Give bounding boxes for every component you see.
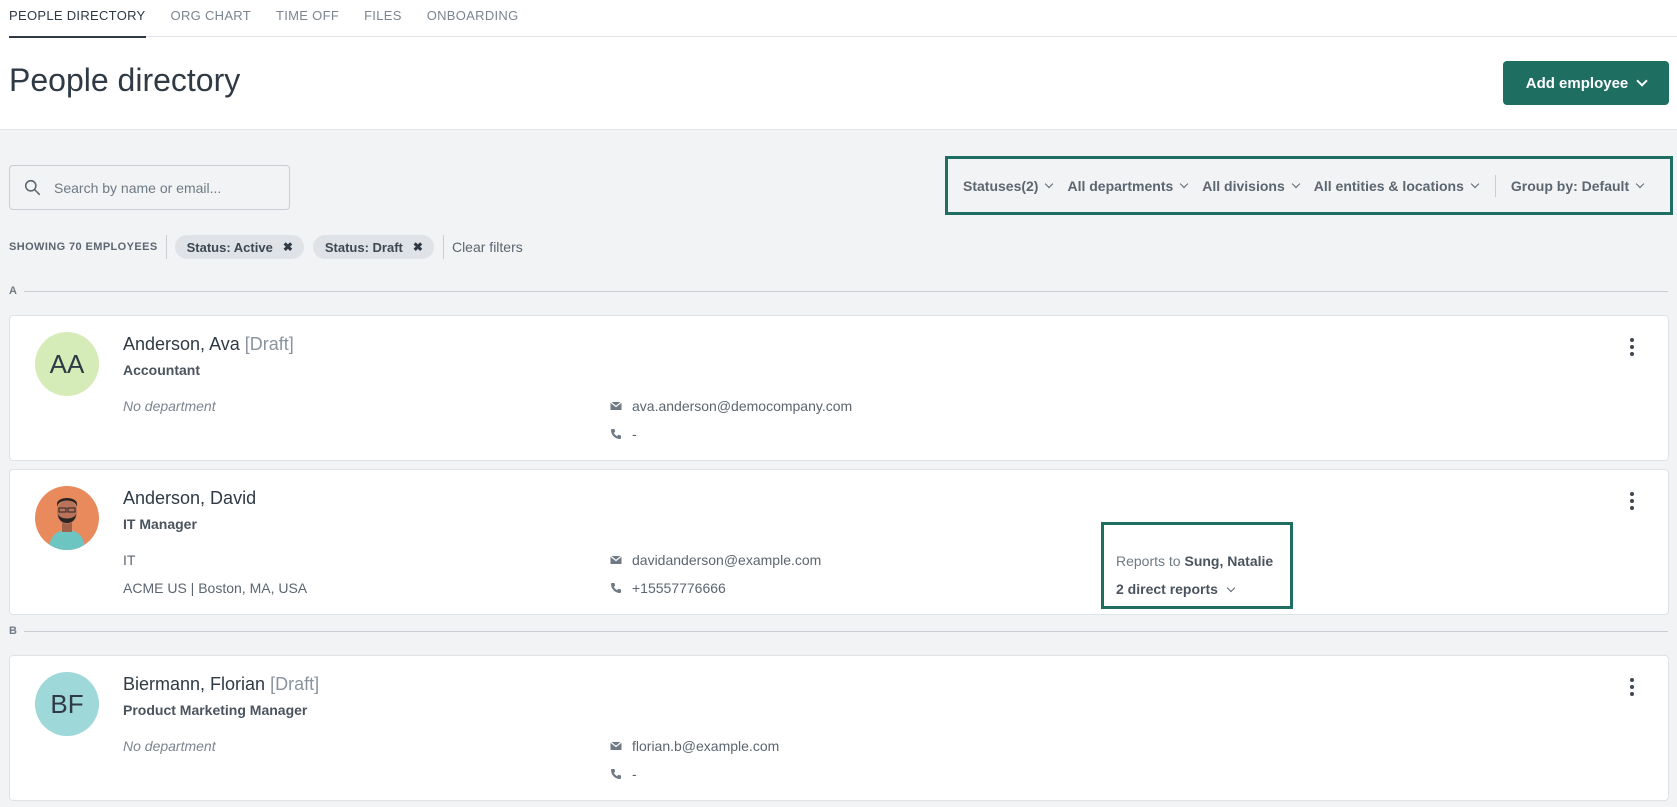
envelope-icon [610,741,622,750]
tab-time-off[interactable]: TIME OFF [276,0,339,37]
direct-reports-toggle[interactable]: 2 direct reports [1116,581,1236,597]
add-employee-label: Add employee [1525,74,1629,92]
search-input[interactable] [54,179,274,196]
employee-phone: - [610,426,637,442]
group-divider [24,631,1668,632]
group-letter-a: A [9,285,17,297]
filter-chip-status-draft[interactable]: Status: Draft ✖ [312,235,434,259]
chevron-down-icon [1635,179,1645,189]
phone-icon [611,769,621,779]
group-by-filter[interactable]: Group by: Default [1510,177,1645,194]
employee-card[interactable]: Anderson, David IT Manager IT ACME US | … [9,469,1669,615]
employee-location: ACME US | Boston, MA, USA [123,580,308,596]
entities-filter[interactable]: All entities & locations [1313,177,1480,194]
add-employee-button[interactable]: Add employee [1503,61,1669,105]
draft-badge: [Draft] [244,334,294,354]
chevron-down-icon [1291,179,1300,189]
group-divider [24,291,1668,292]
employee-phone: - [610,766,637,782]
filter-group: Statuses(2) All departments All division… [945,156,1673,215]
group-letter-b: B [9,625,17,637]
page-header: PEOPLE DIRECTORY ORG CHART TIME OFF FILE… [0,0,1677,130]
more-options-icon[interactable] [1629,492,1635,510]
employee-email: davidanderson@example.com [610,552,821,568]
more-options-icon[interactable] [1629,678,1635,696]
employee-card[interactable]: AA Anderson, Ava [Draft] Accountant No d… [9,315,1669,461]
avatar: BF [35,672,99,736]
manager-name[interactable]: Sung, Natalie [1184,553,1273,569]
employee-phone: +15557776666 [610,580,726,596]
tab-people-directory[interactable]: PEOPLE DIRECTORY [9,0,146,38]
phone-icon [611,583,621,593]
entities-filter-label: All entities & locations [1313,177,1464,194]
close-icon[interactable]: ✖ [413,240,423,254]
tab-bar: PEOPLE DIRECTORY ORG CHART TIME OFF FILE… [9,0,1677,38]
employee-card[interactable]: BF Biermann, Florian [Draft] Product Mar… [9,655,1669,801]
filter-chip-status-active[interactable]: Status: Active ✖ [174,235,304,259]
divider [442,235,444,259]
departments-filter[interactable]: All departments [1067,177,1189,194]
employee-department: IT [123,552,136,568]
filter-divider [1494,174,1496,197]
phone-icon [611,429,621,439]
divisions-filter-label: All divisions [1202,177,1285,194]
group-by-label: Group by: Default [1510,177,1630,194]
clear-filters-link[interactable]: Clear filters [452,239,523,255]
chip-label: Status: Draft [324,239,403,255]
direct-reports-label: 2 direct reports [1116,581,1218,597]
tab-files[interactable]: FILES [364,0,402,37]
avatar: AA [35,332,99,396]
statuses-filter[interactable]: Statuses(2) [963,177,1054,194]
employee-name[interactable]: Anderson, Ava [Draft] [123,334,294,355]
chevron-down-icon [1226,583,1236,592]
divider [165,235,167,259]
search-box[interactable] [9,165,290,210]
employee-name-text: Biermann, Florian [123,674,266,694]
tab-org-chart[interactable]: ORG CHART [171,0,251,37]
employee-email: ava.anderson@democompany.com [610,398,852,414]
email-text[interactable]: florian.b@example.com [632,738,779,754]
phone-text[interactable]: +15557776666 [632,580,726,596]
reporting-info: Reports to Sung, Natalie 2 direct report… [1101,522,1293,609]
employee-name-text: Anderson, David [123,488,257,508]
chevron-down-icon [1470,179,1480,189]
employee-department: No department [123,398,216,414]
employee-name-text: Anderson, Ava [123,334,240,354]
email-text[interactable]: ava.anderson@democompany.com [632,398,852,414]
employee-role: Accountant [123,362,200,378]
employee-email: florian.b@example.com [610,738,779,754]
divisions-filter[interactable]: All divisions [1202,177,1300,194]
draft-badge: [Draft] [270,674,320,694]
envelope-icon [610,401,622,410]
chevron-down-icon [1636,75,1648,87]
employee-count: SHOWING 70 EMPLOYEES [9,241,158,253]
chevron-down-icon [1045,179,1054,189]
active-filters-bar: SHOWING 70 EMPLOYEES Status: Active ✖ Sta… [9,234,523,260]
close-icon[interactable]: ✖ [283,240,293,254]
chip-label: Status: Active [186,239,273,255]
page-title: People directory [9,62,241,98]
employee-role: Product Marketing Manager [123,702,308,718]
employee-department: No department [123,738,216,754]
person-avatar-icon [49,498,85,550]
chevron-down-icon [1180,179,1189,189]
tab-onboarding[interactable]: ONBOARDING [427,0,519,37]
envelope-icon [610,555,622,564]
phone-text: - [632,766,637,782]
employee-name[interactable]: Anderson, David [123,488,256,509]
avatar [35,486,99,550]
departments-filter-label: All departments [1067,177,1174,194]
statuses-filter-label: Statuses(2) [963,177,1039,194]
employee-role: IT Manager [123,516,197,532]
email-text[interactable]: davidanderson@example.com [632,552,821,568]
more-options-icon[interactable] [1629,338,1635,356]
phone-text: - [632,426,637,442]
reports-to-label: Reports to [1116,553,1181,569]
reports-to: Reports to Sung, Natalie [1116,553,1273,569]
search-icon [24,179,41,196]
employee-name[interactable]: Biermann, Florian [Draft] [123,674,319,695]
